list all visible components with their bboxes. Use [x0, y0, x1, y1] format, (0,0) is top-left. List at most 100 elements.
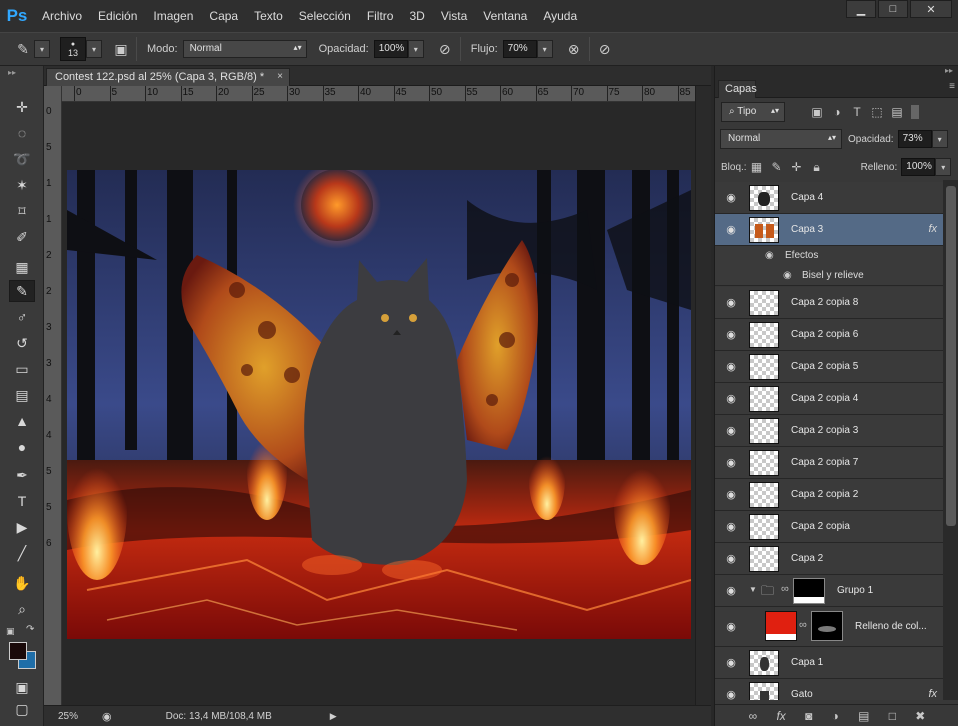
marquee-tool-icon[interactable]: ◌ [9, 122, 35, 144]
line-tool-icon[interactable]: ╱ [9, 542, 35, 564]
lock-image-icon[interactable]: ✎ [767, 157, 787, 177]
layer-row[interactable]: ◉ Capa 2 [715, 543, 943, 575]
clone-stamp-tool-icon[interactable]: ♂ [9, 306, 35, 328]
filter-shape-icon[interactable]: ⬚ [867, 102, 887, 122]
zoom-tool-icon[interactable]: ⌕ [9, 598, 35, 620]
blur-tool-icon[interactable]: ▲ [9, 410, 35, 432]
visibility-eye-icon[interactable]: ◉ [723, 392, 739, 406]
opacity-field[interactable]: 100% [373, 40, 408, 58]
effects-row[interactable]: ◉ Efectos [715, 246, 943, 266]
healing-brush-tool-icon[interactable]: ▦ [9, 256, 35, 278]
new-layer-icon[interactable]: □ [889, 709, 896, 723]
link-icon[interactable]: ∞ [781, 583, 789, 595]
lock-all-icon[interactable]: 🔒︎ [807, 157, 827, 177]
fill-dropdown[interactable]: ▾ [935, 158, 952, 176]
visibility-eye-icon[interactable]: ◉ [783, 270, 792, 281]
panel-expand-icon[interactable]: ▸▸ [945, 66, 953, 75]
layer-row[interactable]: ◉ Capa 2 copia [715, 511, 943, 543]
toolbox-collapse-icon[interactable]: ▸▸ [8, 68, 16, 77]
visibility-eye-icon[interactable]: ◉ [723, 688, 739, 700]
pressure-opacity-icon[interactable]: ⊘ [434, 38, 456, 60]
adjustment-layer-icon[interactable]: ◑ [832, 709, 839, 723]
layer-row[interactable]: ◉ Capa 2 copia 4 [715, 383, 943, 415]
tab-capas[interactable]: Capas [718, 80, 757, 98]
layer-row[interactable]: ◉ Capa 1 [715, 647, 943, 679]
filter-kind-select[interactable]: ⌕ Tipo ▴▾ [721, 102, 785, 122]
menu-seleccion[interactable]: Selección [291, 0, 359, 32]
visibility-eye-icon[interactable]: ◉ [723, 191, 739, 205]
brush-tool-icon[interactable]: ✎ [12, 38, 34, 60]
visibility-eye-icon[interactable]: ◉ [723, 328, 739, 342]
visibility-eye-icon[interactable]: ◉ [723, 223, 739, 237]
foreground-color-swatch[interactable] [9, 642, 27, 660]
visibility-eye-icon[interactable]: ◉ [765, 250, 774, 261]
filter-adjustment-icon[interactable]: ◑ [827, 102, 847, 122]
visibility-eye-icon[interactable]: ◉ [723, 620, 739, 634]
layers-scrollbar[interactable] [943, 180, 958, 700]
delete-layer-icon[interactable]: ✖ [915, 709, 925, 723]
airbrush-icon[interactable]: ⊗ [563, 38, 585, 60]
flow-dropdown[interactable]: ▾ [536, 40, 553, 58]
eyedropper-tool-icon[interactable]: ✐ [9, 226, 35, 248]
screen-mode-icon[interactable]: ▢ [9, 698, 35, 720]
menu-ventana[interactable]: Ventana [475, 0, 535, 32]
dodge-tool-icon[interactable]: ● [9, 436, 35, 458]
close-button[interactable]: ✕ [910, 0, 952, 18]
tool-preset-dropdown[interactable]: ▾ [34, 40, 50, 58]
maximize-button[interactable]: □ [878, 0, 908, 18]
quick-mask-icon[interactable]: ▣ [9, 676, 35, 698]
add-mask-icon[interactable]: ◙ [805, 709, 812, 723]
menu-texto[interactable]: Texto [246, 0, 291, 32]
status-info-icon[interactable]: ◉ [102, 710, 112, 723]
opacity-dropdown[interactable]: ▾ [407, 40, 424, 58]
lasso-tool-icon[interactable]: ➰ [9, 148, 35, 170]
visibility-eye-icon[interactable]: ◉ [723, 424, 739, 438]
flow-field[interactable]: 70% [502, 40, 537, 58]
visibility-eye-icon[interactable]: ◉ [723, 296, 739, 310]
canvas-image[interactable] [67, 170, 691, 639]
visibility-eye-icon[interactable]: ◉ [723, 360, 739, 374]
brush-panel-icon[interactable]: ▣ [110, 38, 132, 60]
visibility-eye-icon[interactable]: ◉ [723, 456, 739, 470]
move-tool-icon[interactable]: ✛ [9, 96, 35, 118]
crop-tool-icon[interactable]: ⌑ [9, 200, 35, 222]
layer-row[interactable]: ◉ Capa 2 copia 6 [715, 319, 943, 351]
menu-capa[interactable]: Capa [201, 0, 246, 32]
canvas-vertical-scrollbar[interactable] [695, 86, 711, 705]
brush-tool-icon[interactable]: ✎ [9, 280, 35, 302]
menu-archivo[interactable]: Archivo [34, 0, 90, 32]
brush-size-picker[interactable]: ● 13 [60, 37, 86, 61]
menu-filtro[interactable]: Filtro [359, 0, 402, 32]
group-row[interactable]: ◉ ▼ 🗀︎ ∞ Grupo 1 [715, 575, 943, 607]
visibility-eye-icon[interactable]: ◉ [723, 656, 739, 670]
minimize-button[interactable]: ▁ [846, 0, 876, 18]
gradient-tool-icon[interactable]: ▤ [9, 384, 35, 406]
menu-vista[interactable]: Vista [433, 0, 475, 32]
blend-mode-select[interactable]: Normal ▴▾ [720, 129, 842, 149]
lock-transparent-icon[interactable]: ▦ [747, 157, 767, 177]
fx-icon[interactable]: fx [928, 688, 937, 700]
pressure-size-icon[interactable]: ⊘ [594, 38, 616, 60]
document-tab[interactable]: Contest 122.psd al 25% (Capa 3, RGB/8) *… [46, 68, 290, 86]
menu-3d[interactable]: 3D [401, 0, 432, 32]
brush-size-dropdown[interactable]: ▾ [86, 40, 102, 58]
filter-toggle[interactable] [911, 105, 919, 119]
visibility-eye-icon[interactable]: ◉ [723, 584, 739, 598]
layer-opacity-field[interactable]: 73% [897, 130, 932, 148]
lock-position-icon[interactable]: ✛ [787, 157, 807, 177]
group-expand-icon[interactable]: ▼ [749, 585, 757, 594]
layers-scrollbar-thumb[interactable] [946, 186, 956, 526]
menu-ayuda[interactable]: Ayuda [535, 0, 585, 32]
fill-layer-row[interactable]: ◉ ∞ Relleno de col... [715, 607, 943, 647]
mode-select[interactable]: Normal ▴▾ [182, 40, 307, 58]
close-tab-icon[interactable]: × [277, 71, 283, 82]
panel-menu-icon[interactable]: ≡ [949, 81, 955, 92]
fill-field[interactable]: 100% [901, 158, 936, 176]
eraser-tool-icon[interactable]: ▭ [9, 358, 35, 380]
link-layers-icon[interactable]: ∞ [749, 709, 758, 723]
hand-tool-icon[interactable]: ✋ [9, 572, 35, 594]
filter-smart-object-icon[interactable]: ▤ [887, 102, 907, 122]
swap-colors-icon[interactable]: ↷ [26, 624, 34, 635]
visibility-eye-icon[interactable]: ◉ [723, 552, 739, 566]
effect-item-row[interactable]: ◉ Bisel y relieve [715, 266, 943, 286]
